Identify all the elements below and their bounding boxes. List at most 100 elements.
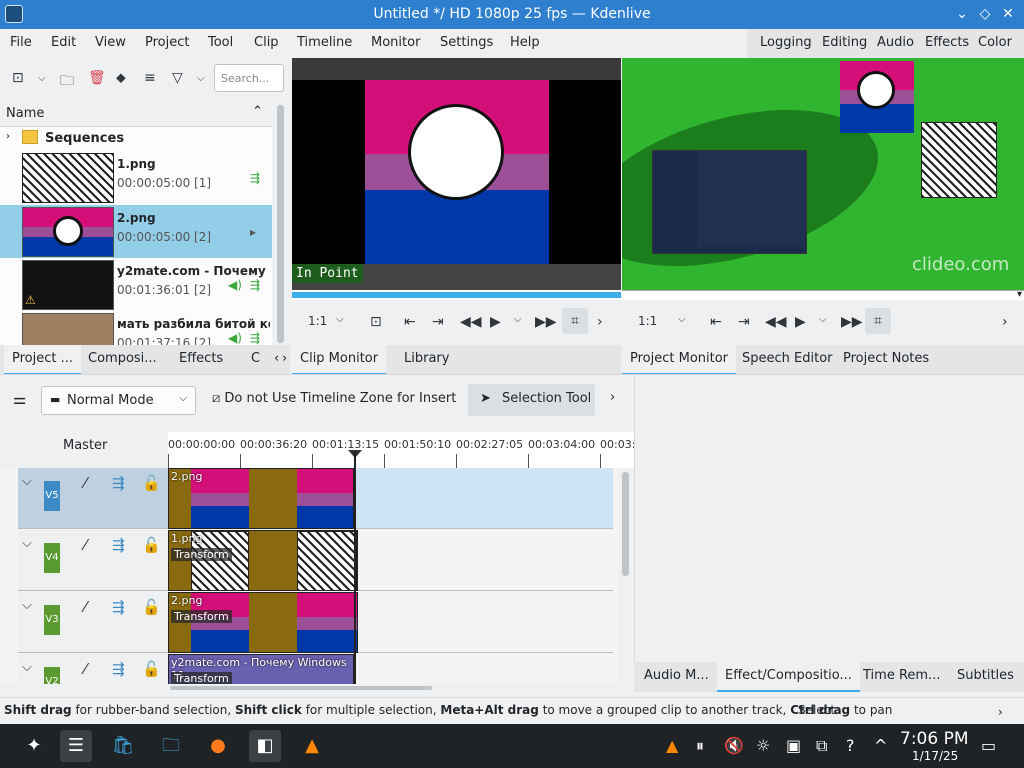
timeline-horizontal-scrollbar[interactable] <box>168 684 634 692</box>
menu-project[interactable]: Project <box>145 35 189 50</box>
crop-icon[interactable]: ⌗ <box>865 308 891 334</box>
lock-icon[interactable]: 🔓 <box>142 598 161 616</box>
edit-mode-select[interactable]: ▬ Normal Mode ⌵ <box>41 386 196 415</box>
project-monitor-view[interactable]: clideo.com <box>622 58 1024 290</box>
tab-time-remap[interactable]: Time Rem... <box>855 662 948 692</box>
tab-project-notes[interactable]: Project Notes <box>835 345 937 375</box>
chevron-up-icon[interactable]: ⌃ <box>252 104 263 119</box>
clock-date[interactable]: 1/17/25 <box>912 749 958 763</box>
track-lane-v4[interactable]: 1.png Transform <box>168 530 613 591</box>
tab-audio-mixer[interactable]: Audio M... <box>636 662 717 692</box>
more-icon[interactable]: › <box>597 314 603 330</box>
more-icon[interactable]: › <box>610 390 615 405</box>
volume-muted-icon[interactable]: 🔇 <box>724 736 744 755</box>
effects-icon[interactable]: ⁄ <box>84 536 87 554</box>
play-icon[interactable]: ▶ <box>795 314 806 330</box>
expand-icon[interactable]: › <box>6 131 10 142</box>
target-icon[interactable]: ⇶ <box>112 598 125 616</box>
layout-logging[interactable]: Logging <box>760 35 812 50</box>
tab-more[interactable]: C <box>243 345 268 375</box>
track-lane-v2[interactable]: y2mate.com - Почему Windows 11 Transform <box>168 654 613 684</box>
rewind-icon[interactable]: ◀◀ <box>460 314 482 330</box>
lock-icon[interactable]: 🔓 <box>142 536 161 554</box>
timeline-vertical-scrollbar[interactable] <box>618 468 634 684</box>
timeline-clip[interactable]: 2.png <box>168 468 354 529</box>
track-header-v3[interactable]: ⌵ V3 ⁄ ⇶ 🔓 <box>18 592 168 653</box>
timeline-ruler[interactable]: 00:00:00:00 00:00:36:20 00:01:13:15 00:0… <box>168 432 634 468</box>
target-icon[interactable]: ⇶ <box>112 474 125 492</box>
menu-clip[interactable]: Clip <box>254 35 279 50</box>
menu-edit[interactable]: Edit <box>51 35 76 50</box>
folder-sequences[interactable]: › Sequences <box>0 127 272 151</box>
effects-icon[interactable]: ⁄ <box>84 660 87 678</box>
timeline-clip[interactable]: 2.png Transform <box>168 592 358 653</box>
fit-icon[interactable]: ⊡ <box>370 314 382 330</box>
file-manager-icon[interactable]: 🗀 <box>155 730 187 762</box>
folder-icon[interactable]: 🗀 <box>60 70 74 94</box>
set-out-icon[interactable]: ⇥ <box>432 314 444 330</box>
set-in-icon[interactable]: ⇤ <box>710 314 722 330</box>
bin-scrollbar[interactable] <box>272 101 290 345</box>
chevron-down-icon[interactable]: ⌵ <box>197 73 205 84</box>
settings-sliders-icon[interactable]: ⚌ <box>13 390 26 408</box>
tag-icon[interactable]: ⬥ <box>116 70 126 86</box>
bin-search-input[interactable]: Search... <box>214 64 284 92</box>
menu-file[interactable]: File <box>10 35 32 50</box>
bin-item[interactable]: мать разбила битой ко 00:01:37:16 [2] ◀)… <box>0 311 272 345</box>
track-name[interactable]: V4 <box>44 543 60 573</box>
clip-monitor-view[interactable]: In Point <box>292 58 621 299</box>
target-icon[interactable]: ⇶ <box>112 536 125 554</box>
rewind-icon[interactable]: ◀◀ <box>765 314 787 330</box>
vlc-icon[interactable]: ▲ <box>296 730 328 762</box>
clipboard-icon[interactable]: ⧉ <box>816 736 827 756</box>
track-header-v2[interactable]: ⌵ V2 ⁄ ⇶ 🔓 <box>18 654 168 684</box>
track-name[interactable]: V3 <box>44 605 60 635</box>
tab-project-monitor[interactable]: Project Monitor <box>622 345 737 375</box>
system-settings-icon[interactable]: ☰ <box>60 730 92 762</box>
collapse-icon[interactable]: ⌵ <box>22 660 32 675</box>
chevron-down-icon[interactable]: ⌵ <box>336 314 344 325</box>
track-name[interactable]: V2 <box>44 667 60 684</box>
help-icon[interactable]: ? <box>846 736 855 755</box>
tab-effects[interactable]: Effects <box>171 345 231 375</box>
delete-icon[interactable]: 🗑 <box>88 70 106 86</box>
show-desktop-icon[interactable]: ▭ <box>981 736 996 755</box>
tab-clip-monitor[interactable]: Clip Monitor <box>292 345 387 375</box>
lock-icon[interactable]: 🔓 <box>142 474 161 492</box>
timeline-clip[interactable]: y2mate.com - Почему Windows 11 Transform <box>168 654 354 684</box>
chevron-down-icon[interactable]: ⌵ <box>514 314 522 325</box>
track-header-v4[interactable]: ⌵ V4 ⁄ ⇶ 🔓 <box>18 530 168 591</box>
minimize-icon[interactable]: ⌄ <box>952 4 972 24</box>
storage-icon[interactable]: ▣ <box>786 736 801 755</box>
chevron-down-icon[interactable]: ⌵ <box>678 314 686 325</box>
kdenlive-task-icon[interactable]: ◧ <box>249 730 281 762</box>
tab-compositions[interactable]: Composi... <box>80 345 165 375</box>
firefox-icon[interactable]: ● <box>202 730 234 762</box>
track-lane-v5[interactable]: 2.png <box>168 468 613 529</box>
chevron-down-icon[interactable]: ⌵ <box>819 314 827 325</box>
store-icon[interactable]: 🛍 <box>107 730 139 762</box>
menu-monitor[interactable]: Monitor <box>371 35 420 50</box>
collapse-icon[interactable]: ⌵ <box>22 536 32 551</box>
vlc-tray-icon[interactable]: ▲ <box>666 736 678 755</box>
add-clip-icon[interactable]: ⊡ <box>12 70 24 86</box>
track-name[interactable]: V5 <box>44 481 60 511</box>
menu-settings[interactable]: Settings <box>440 35 493 50</box>
chevron-up-icon[interactable]: ^ <box>874 736 887 755</box>
target-icon[interactable]: ⇶ <box>112 660 125 678</box>
collapse-icon[interactable]: ⌵ <box>22 474 32 489</box>
tab-project-bin[interactable]: Project ... <box>4 345 82 375</box>
filter-icon[interactable]: ▽ <box>172 70 183 86</box>
menu-view[interactable]: View <box>95 35 126 50</box>
menu-icon[interactable]: ≡ <box>144 70 156 86</box>
zoom-select[interactable]: 1:1 <box>308 314 327 328</box>
track-lane-v3[interactable]: 2.png Transform <box>168 592 613 653</box>
clip-monitor-ruler[interactable] <box>292 290 621 300</box>
layout-color[interactable]: Color <box>978 35 1012 50</box>
layout-audio[interactable]: Audio <box>877 35 914 50</box>
effects-icon[interactable]: ⁄ <box>84 598 87 616</box>
menu-tool[interactable]: Tool <box>208 35 233 50</box>
close-icon[interactable]: ✕ <box>998 4 1018 24</box>
menu-help[interactable]: Help <box>510 35 540 50</box>
timeline-clip[interactable]: 1.png Transform <box>168 530 358 591</box>
